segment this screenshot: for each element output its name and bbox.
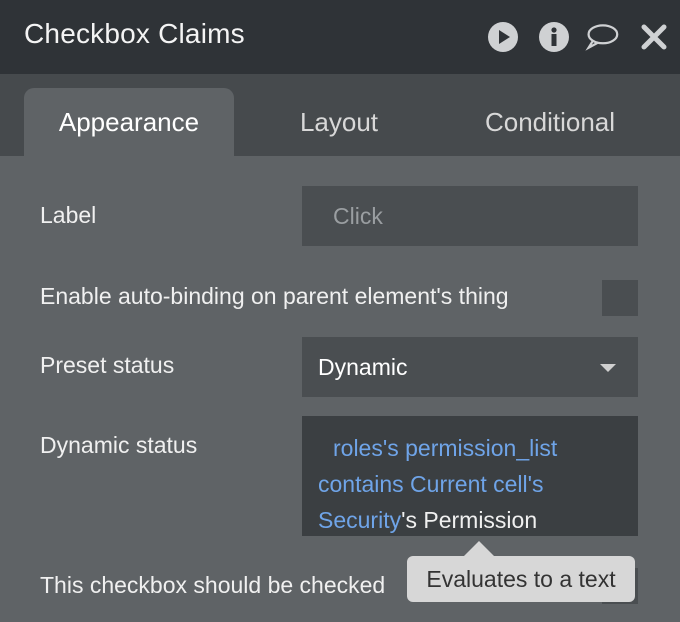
expression-token[interactable]: roles's permission_list — [333, 435, 557, 461]
tab-layout[interactable]: Layout — [244, 88, 434, 156]
preset-status-dropdown[interactable]: Dynamic — [302, 337, 638, 397]
comment-icon[interactable] — [585, 20, 619, 54]
tab-appearance[interactable]: Appearance — [24, 88, 234, 156]
preset-status-value: Dynamic — [318, 353, 408, 380]
editor-title-bar: Checkbox Claims — [0, 0, 680, 74]
dynamic-status-expression[interactable]: roles's permission_list contains Current… — [302, 416, 638, 536]
dynamic-status-label: Dynamic status — [40, 432, 198, 458]
expression-token[interactable]: 's Permission — [401, 507, 537, 533]
close-icon[interactable] — [637, 20, 671, 54]
expression-token[interactable]: contains Current cell's — [318, 471, 544, 497]
evaluates-tooltip: Evaluates to a text — [407, 556, 635, 602]
preset-status-label: Preset status — [40, 352, 175, 378]
info-icon[interactable] — [537, 20, 571, 54]
chevron-down-icon — [600, 364, 616, 372]
label-input[interactable]: Click — [302, 186, 638, 246]
tooltip-arrow — [464, 541, 494, 556]
label-field-label: Label — [40, 202, 97, 228]
checked-row-label: This checkbox should be checked — [40, 572, 386, 598]
expression-token[interactable]: Security — [318, 507, 401, 533]
play-icon[interactable] — [486, 20, 520, 54]
auto-binding-label: Enable auto-binding on parent element's … — [40, 283, 509, 309]
editor-title: Checkbox Claims — [24, 18, 245, 49]
tab-conditional[interactable]: Conditional — [440, 88, 660, 156]
auto-binding-checkbox[interactable] — [602, 280, 638, 316]
label-input-placeholder: Click — [333, 202, 383, 229]
tab-bar: Appearance Layout Conditional — [0, 74, 680, 156]
